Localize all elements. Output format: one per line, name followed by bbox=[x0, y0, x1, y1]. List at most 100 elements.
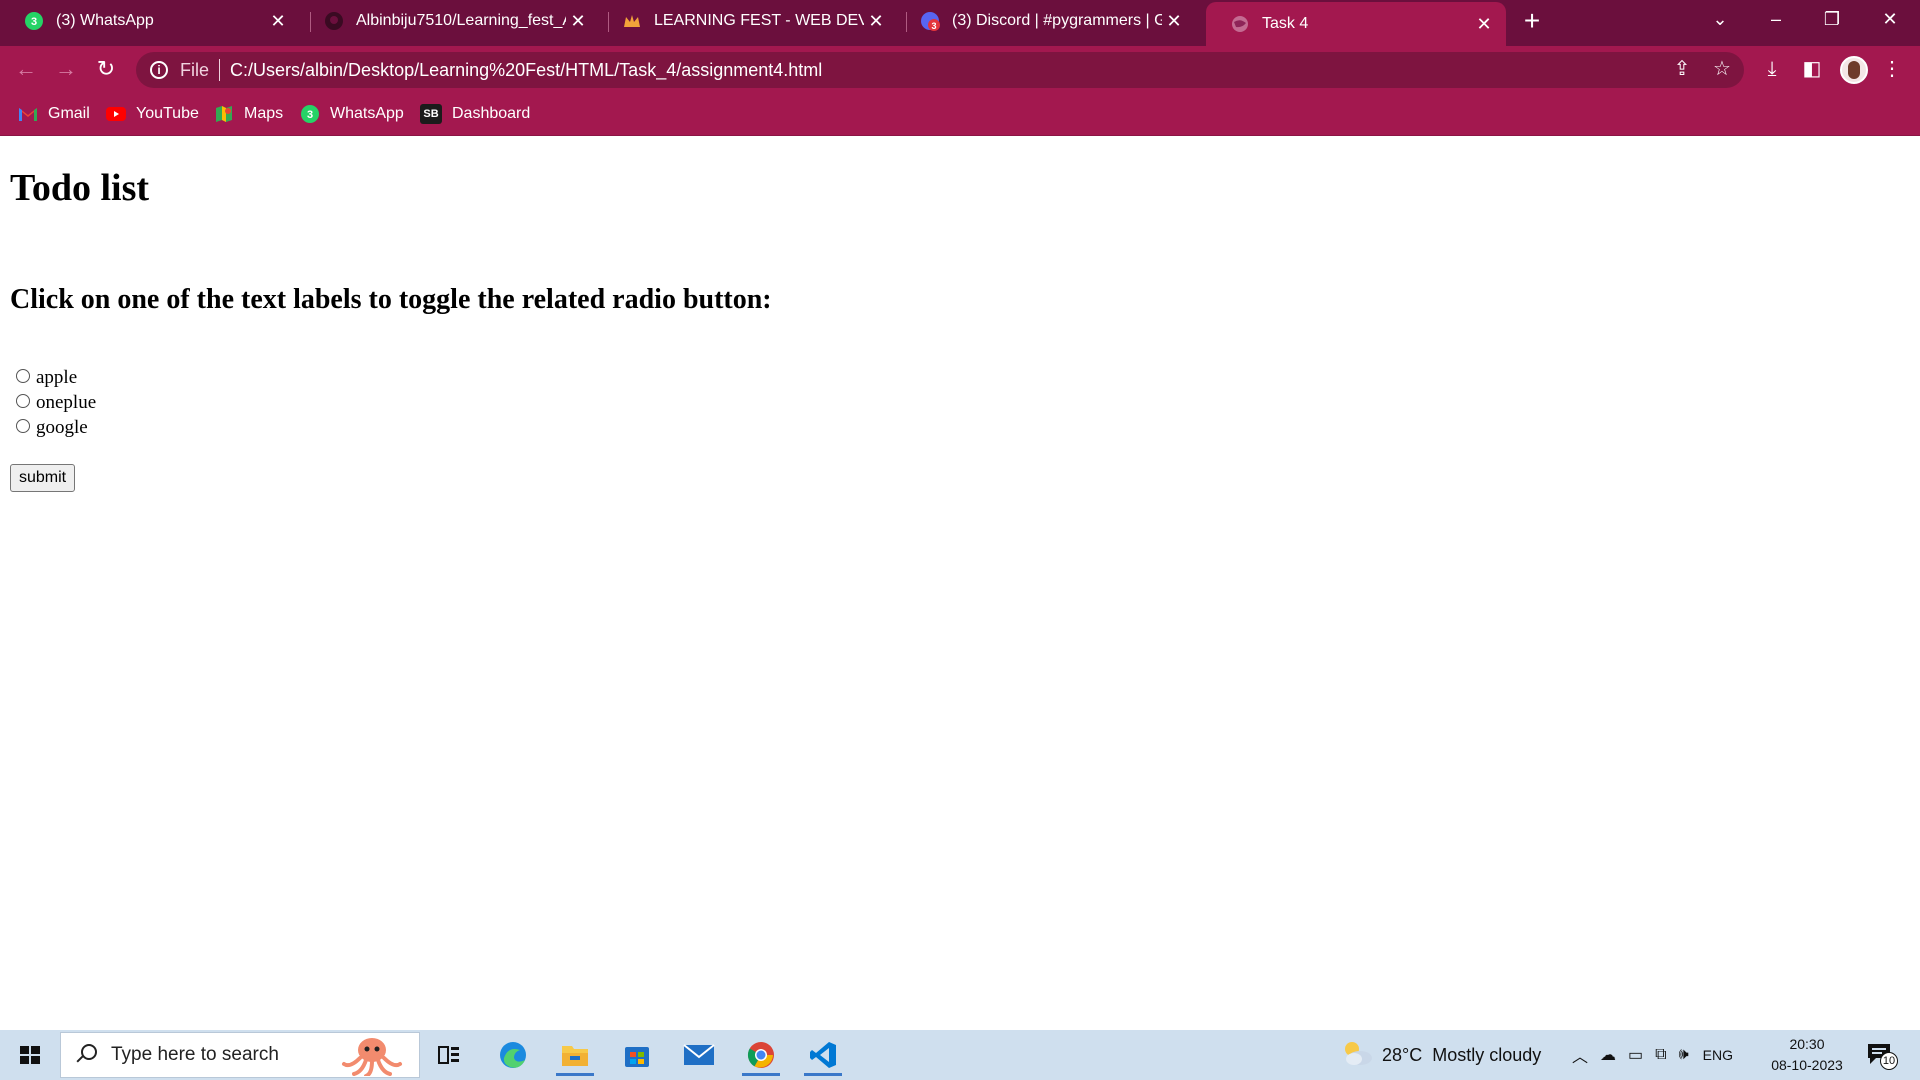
system-tray: ︿ ☁ ▭ ⧉ 🕪 ENG bbox=[1572, 1030, 1733, 1080]
minimize-button[interactable]: – bbox=[1748, 0, 1804, 40]
tab-task4[interactable]: Task 4 ✕ bbox=[1206, 2, 1506, 46]
globe-icon bbox=[1230, 14, 1250, 34]
radio-option-google[interactable]: google bbox=[16, 416, 88, 440]
address-bar[interactable]: i File C:/Users/albin/Desktop/Learning%2… bbox=[136, 52, 1744, 88]
reload-button[interactable]: ↻ bbox=[92, 55, 120, 83]
svg-text:3: 3 bbox=[31, 16, 37, 28]
radio-option-oneplue[interactable]: oneplue bbox=[16, 391, 96, 415]
info-icon[interactable]: i bbox=[150, 61, 168, 79]
notifications-button[interactable]: 10 bbox=[1866, 1030, 1898, 1080]
close-icon[interactable]: ✕ bbox=[266, 11, 290, 32]
radio-label[interactable]: oneplue bbox=[36, 392, 96, 414]
divider bbox=[219, 59, 221, 81]
radio-label[interactable]: google bbox=[36, 417, 88, 439]
bookmark-dashboard[interactable]: SB Dashboard bbox=[420, 102, 530, 126]
restore-button[interactable]: ❐ bbox=[1804, 0, 1860, 40]
bookmark-whatsapp[interactable]: 3 WhatsApp bbox=[300, 102, 404, 126]
language-indicator[interactable]: ENG bbox=[1703, 1047, 1733, 1063]
forward-button[interactable]: → bbox=[52, 55, 80, 83]
tab-title: Task 4 bbox=[1262, 15, 1309, 32]
task-view-icon[interactable] bbox=[424, 1034, 474, 1076]
github-icon bbox=[324, 11, 344, 31]
mail-icon[interactable] bbox=[674, 1034, 724, 1076]
browser-toolbar: ← → ↻ i File C:/Users/albin/Desktop/Lear… bbox=[0, 46, 1920, 92]
tab-strip: 3 (3) WhatsApp ✕ Albinbiju7510/Learning_… bbox=[0, 0, 1920, 46]
side-panel-icon[interactable]: ◧ bbox=[1798, 55, 1826, 83]
close-icon[interactable]: ✕ bbox=[1162, 11, 1186, 32]
bookmark-label: Gmail bbox=[48, 105, 90, 122]
bookmark-label: WhatsApp bbox=[330, 105, 404, 122]
octopus-illustration-icon[interactable] bbox=[340, 1034, 404, 1078]
weather-temp: 28°C bbox=[1382, 1044, 1423, 1065]
battery-icon[interactable]: ▭ bbox=[1628, 1045, 1643, 1065]
page-subheading: Click on one of the text labels to toggl… bbox=[10, 284, 772, 315]
tab-github[interactable]: Albinbiju7510/Learning_fest_Alb ✕ bbox=[300, 0, 600, 42]
close-icon[interactable]: ✕ bbox=[566, 11, 590, 32]
discord-icon: 3 bbox=[920, 11, 940, 31]
edge-icon[interactable] bbox=[488, 1034, 538, 1076]
radio-button[interactable] bbox=[16, 394, 30, 408]
speaker-icon[interactable]: 🕪 bbox=[1679, 1046, 1689, 1064]
bookmark-label: Maps bbox=[244, 105, 284, 122]
sb-icon: SB bbox=[420, 104, 442, 124]
bookmark-maps[interactable]: Maps bbox=[214, 102, 283, 126]
radio-button[interactable] bbox=[16, 369, 30, 383]
clock-date: 08-10-2023 bbox=[1771, 1057, 1843, 1073]
chevron-up-icon[interactable]: ︿ bbox=[1572, 1043, 1588, 1067]
gmail-icon bbox=[18, 104, 38, 124]
profile-avatar[interactable] bbox=[1840, 56, 1868, 84]
youtube-icon bbox=[106, 104, 126, 124]
share-icon[interactable]: ⇪ bbox=[1668, 55, 1696, 83]
weather-widget[interactable]: 28°C Mostly cloudy bbox=[1340, 1030, 1541, 1080]
tab-discord[interactable]: 3 (3) Discord | #pygrammers | GTe ✕ bbox=[896, 0, 1196, 42]
radio-option-apple[interactable]: apple bbox=[16, 366, 77, 390]
radio-button[interactable] bbox=[16, 419, 30, 433]
menu-icon[interactable]: ⋮ bbox=[1878, 55, 1906, 83]
svg-text:3: 3 bbox=[307, 109, 313, 121]
notification-icon: 10 bbox=[1866, 1040, 1898, 1070]
vscode-icon[interactable] bbox=[798, 1034, 848, 1076]
chrome-icon[interactable] bbox=[736, 1034, 786, 1076]
tab-whatsapp[interactable]: 3 (3) WhatsApp ✕ bbox=[0, 0, 300, 42]
file-explorer-icon[interactable] bbox=[550, 1034, 600, 1076]
bookmark-label: Dashboard bbox=[452, 105, 531, 122]
download-icon[interactable]: ⤓ bbox=[1758, 55, 1786, 83]
back-button[interactable]: ← bbox=[12, 55, 40, 83]
window-close-button[interactable]: ✕ bbox=[1862, 0, 1918, 40]
whatsapp-icon: 3 bbox=[24, 11, 44, 31]
whatsapp-icon: 3 bbox=[300, 104, 320, 124]
page-content: Todo list Click on one of the text label… bbox=[0, 136, 1920, 1030]
notification-count: 10 bbox=[1880, 1052, 1898, 1070]
search-icon bbox=[75, 1044, 97, 1066]
tab-learning-fest[interactable]: LEARNING FEST - WEB DEVELOP ✕ bbox=[598, 0, 898, 42]
meet-now-icon[interactable]: ⧉ bbox=[1655, 1046, 1666, 1064]
bookmark-youtube[interactable]: YouTube bbox=[106, 102, 199, 126]
search-placeholder: Type here to search bbox=[111, 1044, 279, 1065]
submit-button[interactable]: submit bbox=[10, 464, 76, 492]
maps-icon bbox=[214, 104, 234, 124]
clock-time: 20:30 bbox=[1789, 1036, 1825, 1052]
cloudy-weather-icon bbox=[1340, 1040, 1374, 1071]
url-text[interactable]: C:/Users/albin/Desktop/Learning%20Fest/H… bbox=[230, 60, 822, 81]
page-title: Todo list bbox=[10, 167, 150, 209]
tab-title: (3) Discord | #pygrammers | GTe bbox=[952, 12, 1162, 29]
close-icon[interactable]: ✕ bbox=[1472, 14, 1496, 35]
close-icon[interactable]: ✕ bbox=[864, 11, 888, 32]
crown-icon bbox=[622, 11, 642, 31]
bookmark-gmail[interactable]: Gmail bbox=[18, 102, 90, 126]
microsoft-store-icon[interactable] bbox=[612, 1034, 662, 1076]
tab-search-chevron-icon[interactable]: ⌄ bbox=[1692, 0, 1748, 40]
tab-title: LEARNING FEST - WEB DEVELOP bbox=[654, 12, 864, 29]
taskbar-clock[interactable]: 20:30 08-10-2023 bbox=[1762, 1034, 1852, 1076]
svg-text:3: 3 bbox=[931, 21, 936, 31]
windows-start-icon[interactable] bbox=[10, 1040, 50, 1070]
new-tab-button[interactable]: + bbox=[1516, 6, 1548, 38]
radio-label[interactable]: apple bbox=[36, 367, 77, 389]
scheme-label: File bbox=[180, 59, 210, 80]
tab-title: (3) WhatsApp bbox=[56, 12, 154, 29]
star-icon[interactable]: ☆ bbox=[1708, 55, 1736, 83]
bookmarks-bar: Gmail YouTube Maps 3 WhatsApp SB Dashboa… bbox=[0, 92, 1920, 136]
windows-taskbar: Type here to search 28°C Mostly cloudy ︿ bbox=[0, 1030, 1920, 1080]
onedrive-cloud-icon[interactable]: ☁ bbox=[1600, 1045, 1616, 1065]
bookmark-label: YouTube bbox=[136, 105, 199, 122]
